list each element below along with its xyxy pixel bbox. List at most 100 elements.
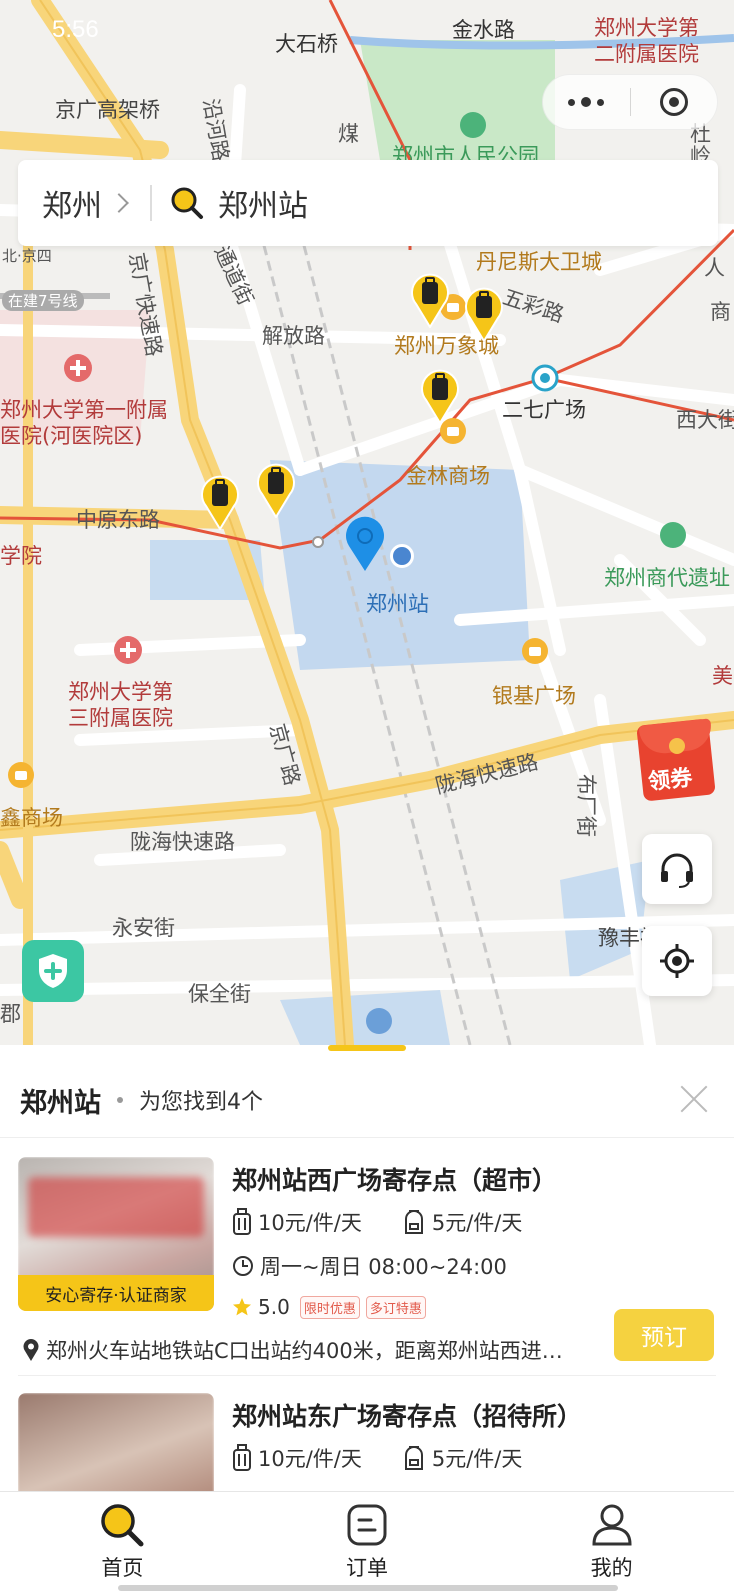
luggage-pin-icon[interactable]: [420, 368, 460, 424]
tab-home[interactable]: 首页: [0, 1492, 245, 1591]
railway-station-icon: [390, 544, 414, 568]
search-input[interactable]: 郑州站: [218, 181, 308, 225]
storage-card[interactable]: 郑州站东广场寄存点（招待所） 10元/件/天 5元/件/天: [0, 1393, 734, 1491]
tab-label: 我的: [590, 1556, 633, 1580]
separator-dot: [117, 1097, 123, 1103]
map-label: 永安街: [112, 916, 175, 940]
crosshair-icon: [660, 944, 694, 978]
card-title: 郑州站东广场寄存点（招待所）: [232, 1402, 583, 1431]
promo-tag: 限时优惠: [299, 1295, 360, 1319]
map-label: 二七广场: [502, 398, 586, 422]
map-label: 二附属医院: [594, 42, 699, 66]
map-label: 人: [704, 256, 725, 280]
search-bar[interactable]: 郑州 郑州站: [18, 160, 718, 246]
map-label: 鑫商场: [0, 806, 63, 830]
customer-service-button[interactable]: [642, 834, 712, 904]
metro-line-label: 在建7号线: [2, 290, 84, 311]
map-label: 郡: [0, 1002, 21, 1026]
map-label: 大石桥: [275, 32, 338, 56]
rating-score: 5.0: [258, 1295, 290, 1319]
storage-card[interactable]: 安心寄存·认证商家 郑州站西广场寄存点（超市） 10元/件/天 5元/件/天 周…: [0, 1157, 734, 1387]
divider: [0, 1137, 734, 1138]
storage-thumbnail: [18, 1393, 214, 1491]
map-label: 三附属医院: [68, 706, 173, 730]
storage-thumbnail: 安心寄存·认证商家: [18, 1157, 214, 1311]
user-icon: [592, 1504, 632, 1546]
address-row: 郑州火车站地铁站C口出站约400米，距离郑州站西进…: [22, 1335, 600, 1365]
price-row: 10元/件/天 5元/件/天: [232, 1207, 522, 1237]
drag-handle[interactable]: [328, 1045, 406, 1051]
search-divider: [150, 185, 152, 221]
hospital-icon: [64, 354, 92, 382]
map-label: 煤: [338, 122, 359, 146]
shield-icon: [39, 954, 67, 988]
tab-label: 首页: [101, 1556, 144, 1580]
location-marker-icon: [346, 516, 384, 571]
divider: [18, 1375, 716, 1376]
map-label: 医院(河医院区): [0, 424, 143, 448]
map-label-station: 郑州站: [366, 592, 429, 616]
luggage-pin-icon[interactable]: [200, 474, 240, 530]
headset-icon: [661, 853, 693, 888]
suitcase-icon: [233, 1444, 251, 1471]
more-dots-icon[interactable]: [543, 97, 630, 107]
map-label: 布厂街: [574, 774, 598, 837]
address-text: 郑州火车站地铁站C口出站约400米，距离郑州站西进…: [46, 1339, 563, 1363]
map-view[interactable]: 5:56 大石桥 金水路 郑州大学第 二附属医院 京广高架桥 沿河路 煤 杜 岭…: [0, 0, 734, 1045]
opening-hours: 周一~周日 08:00~24:00: [260, 1255, 507, 1279]
map-label: 商: [710, 300, 731, 324]
price-large: 10元/件/天: [258, 1211, 362, 1235]
miniapp-capsule: [542, 74, 718, 130]
map-label: 京广高架桥: [55, 98, 160, 122]
tab-bar: 首页 订单 我的: [0, 1491, 734, 1591]
home-indicator: [118, 1585, 618, 1591]
luggage-pin-icon[interactable]: [464, 286, 504, 342]
locate-me-button[interactable]: [642, 926, 712, 996]
map-label: 金水路: [452, 18, 515, 42]
price-row: 10元/件/天 5元/件/天: [232, 1443, 522, 1473]
map-label: 中原东路: [76, 508, 160, 532]
luggage-pin-icon[interactable]: [410, 272, 450, 328]
miniapp-close-icon[interactable]: [631, 88, 718, 116]
price-large: 10元/件/天: [258, 1447, 362, 1471]
safety-shield-button[interactable]: [22, 940, 84, 1002]
building-poi-icon: [366, 1008, 392, 1034]
map-label: 保全街: [188, 982, 251, 1006]
rating-row: 5.0 限时优惠 多订特惠: [232, 1295, 432, 1319]
coupon-label: 领券: [647, 765, 694, 796]
chevron-right-icon: [109, 193, 129, 213]
hospital-icon: [114, 636, 142, 664]
city-selector[interactable]: 郑州: [42, 181, 102, 225]
price-small: 5元/件/天: [431, 1447, 523, 1471]
tab-orders[interactable]: 订单: [245, 1492, 490, 1591]
coin-icon: [669, 738, 685, 754]
book-button[interactable]: 预订: [614, 1309, 714, 1361]
map-label: 陇海快速路: [130, 830, 235, 854]
backpack-icon: [404, 1446, 423, 1470]
map-label: 银基广场: [492, 684, 576, 708]
promo-tag: 多订特惠: [365, 1295, 426, 1319]
backpack-icon: [404, 1210, 423, 1234]
price-small: 5元/件/天: [431, 1211, 523, 1235]
heritage-poi-icon: [660, 522, 686, 548]
sheet-header: 郑州站 为您找到4个: [0, 1073, 734, 1127]
map-label: 金林商场: [406, 464, 490, 488]
order-icon: [347, 1504, 387, 1546]
park-poi-icon: [460, 112, 486, 138]
map-label: 西大街: [676, 408, 734, 432]
tab-profile[interactable]: 我的: [489, 1492, 734, 1591]
card-title: 郑州站西广场寄存点（超市）: [232, 1166, 558, 1195]
result-count: 为您找到4个: [139, 1090, 263, 1115]
shop-poi-icon: [522, 638, 548, 664]
map-label: 丹尼斯大卫城: [476, 250, 602, 274]
search-icon: [101, 1504, 144, 1547]
hours-row: 周一~周日 08:00~24:00: [232, 1251, 507, 1281]
coupon-red-packet[interactable]: 领券: [636, 716, 722, 804]
map-label: 美: [712, 664, 733, 688]
tab-label: 订单: [346, 1556, 388, 1580]
shop-poi-icon: [8, 762, 34, 788]
status-time: 5:56: [52, 16, 99, 43]
search-icon: [171, 187, 203, 219]
luggage-pin-icon[interactable]: [256, 462, 296, 518]
close-icon[interactable]: [674, 1079, 714, 1119]
